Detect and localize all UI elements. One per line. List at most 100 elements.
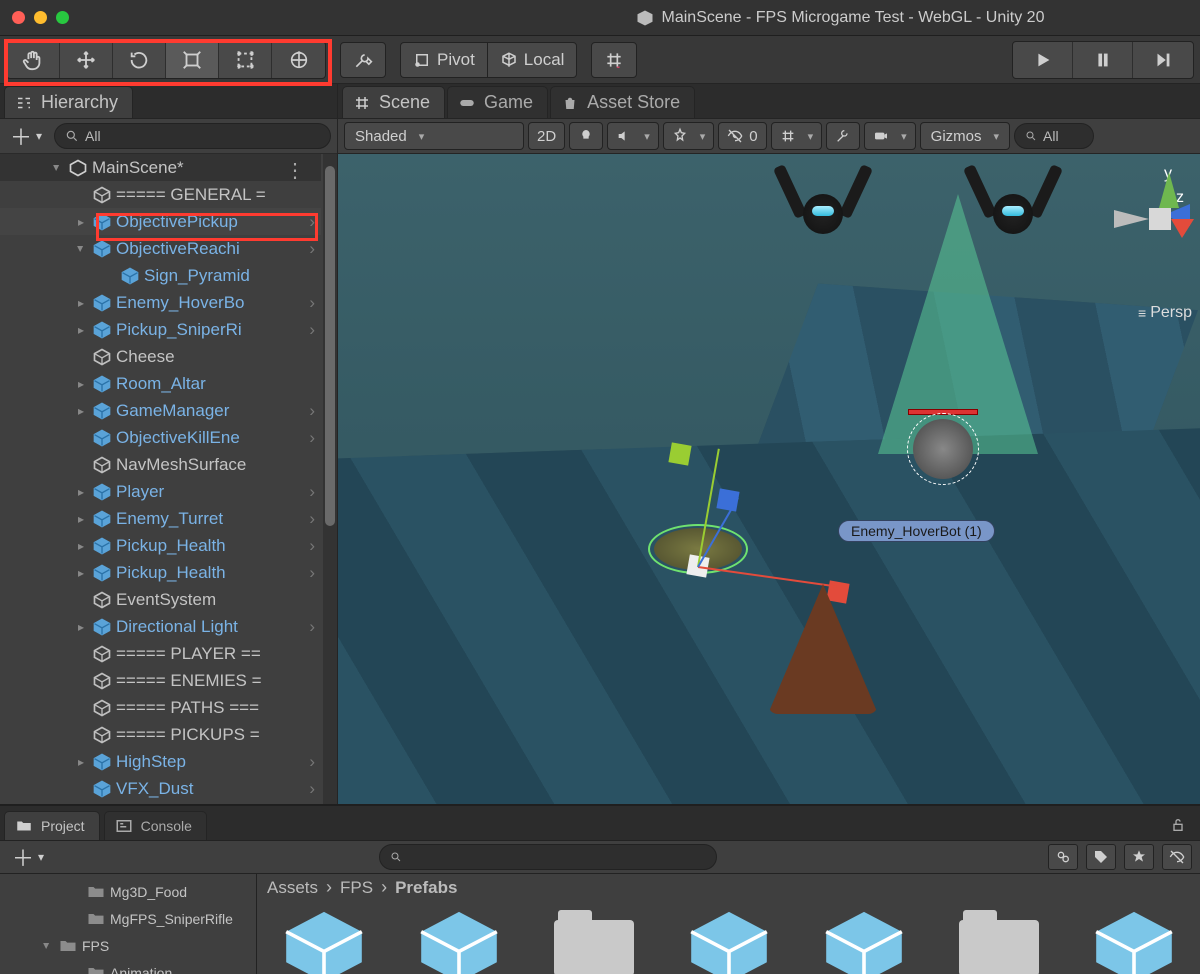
audio-toggle-button[interactable]	[607, 122, 659, 150]
hierarchy-item[interactable]: VFX_Dust›	[0, 775, 321, 802]
hand-tool-button[interactable]	[7, 42, 60, 78]
disclosure-icon[interactable]	[74, 620, 88, 634]
project-search-input[interactable]	[379, 844, 716, 870]
chevron-right-icon[interactable]: ›	[309, 752, 315, 772]
hierarchy-item[interactable]: Enemy_Turret›	[0, 505, 321, 532]
project-tree-item[interactable]: Animation	[0, 959, 256, 974]
hierarchy-item[interactable]: ObjectiveKillEne›	[0, 424, 321, 451]
disclosure-icon[interactable]	[74, 404, 88, 418]
breadcrumb-seg[interactable]: Assets	[267, 878, 318, 898]
asset-prefab[interactable]	[271, 908, 376, 974]
asset-prefab[interactable]	[676, 908, 781, 974]
lighting-toggle-button[interactable]	[569, 122, 603, 150]
pause-button[interactable]	[1073, 42, 1133, 78]
disclosure-icon[interactable]	[50, 161, 64, 175]
move-tool-button[interactable]	[60, 42, 113, 78]
hierarchy-item[interactable]: Sign_Pyramid	[0, 262, 321, 289]
hierarchy-item[interactable]: ===== PICKUPS =	[0, 721, 321, 748]
hidden-packages-button[interactable]	[1162, 844, 1192, 870]
disclosure-icon[interactable]	[74, 485, 88, 499]
gizmos-dropdown[interactable]: Gizmos	[920, 122, 1010, 150]
hierarchy-item[interactable]: ===== GENERAL =	[0, 181, 321, 208]
asset-folder[interactable]	[946, 908, 1051, 974]
favorite-button[interactable]	[1124, 844, 1154, 870]
chevron-right-icon[interactable]: ›	[309, 536, 315, 556]
close-window-button[interactable]	[12, 11, 25, 24]
hierarchy-item[interactable]: Pickup_SniperRi›	[0, 316, 321, 343]
hidden-objects-button[interactable]: 0	[718, 122, 766, 150]
project-create-button[interactable]: ＋▾	[8, 841, 48, 873]
hierarchy-item[interactable]: Enemy_HoverBo›	[0, 289, 321, 316]
filter-type-button[interactable]	[1048, 844, 1078, 870]
chevron-right-icon[interactable]: ›	[309, 401, 315, 421]
custom-tools-button[interactable]	[340, 42, 386, 78]
grid-snap-button[interactable]	[591, 42, 637, 78]
scene-search-input[interactable]: All	[1014, 123, 1094, 149]
asset-prefab[interactable]	[811, 908, 916, 974]
projection-toggle[interactable]: ≡ Persp	[1138, 304, 1192, 322]
hierarchy-create-button[interactable]: ＋▾	[6, 120, 46, 152]
hierarchy-item[interactable]: HighStep›	[0, 748, 321, 775]
panel-lock-button[interactable]	[1160, 813, 1196, 840]
orientation-gizmo[interactable]: y z	[1094, 160, 1194, 280]
chevron-right-icon[interactable]: ›	[309, 563, 315, 583]
hierarchy-item[interactable]: ObjectiveReachi›	[0, 235, 321, 262]
scene-view[interactable]: Enemy_HoverBot (1) y z	[338, 154, 1200, 804]
tab-scene[interactable]: Scene	[342, 86, 445, 118]
hierarchy-item[interactable]: Cheese	[0, 343, 321, 370]
chevron-right-icon[interactable]: ›	[309, 428, 315, 448]
disclosure-icon[interactable]	[74, 512, 88, 526]
chevron-right-icon[interactable]: ›	[309, 320, 315, 340]
hierarchy-item[interactable]: ===== PLAYER ==	[0, 640, 321, 667]
2d-toggle-button[interactable]: 2D	[528, 122, 565, 150]
hierarchy-scene-row[interactable]: MainScene* ⋮	[0, 154, 321, 181]
scale-handle-y[interactable]	[668, 442, 691, 465]
project-tree-item[interactable]: MgFPS_SniperRifle	[0, 905, 256, 932]
tab-console[interactable]: Console	[104, 811, 207, 840]
chevron-right-icon[interactable]: ›	[309, 212, 315, 232]
tools-button[interactable]	[826, 122, 860, 150]
step-button[interactable]	[1133, 42, 1193, 78]
transform-tool-button[interactable]	[272, 42, 325, 78]
scale-tool-button[interactable]	[166, 42, 219, 78]
asset-prefab[interactable]	[406, 908, 511, 974]
disclosure-icon[interactable]	[74, 755, 88, 769]
chevron-right-icon[interactable]: ›	[309, 617, 315, 637]
hierarchy-search-input[interactable]: All	[54, 123, 331, 149]
play-button[interactable]	[1013, 42, 1073, 78]
hierarchy-scrollbar[interactable]	[323, 154, 337, 804]
disclosure-icon[interactable]	[74, 215, 88, 229]
breadcrumb-seg[interactable]: FPS	[340, 878, 373, 898]
fx-toggle-button[interactable]	[663, 122, 715, 150]
grid-toggle-button[interactable]	[771, 122, 823, 150]
project-tree-item[interactable]: FPS	[0, 932, 256, 959]
hierarchy-item[interactable]: ===== ENEMIES =	[0, 667, 321, 694]
chevron-right-icon[interactable]: ›	[309, 509, 315, 529]
local-toggle-button[interactable]: Local	[487, 42, 578, 78]
disclosure-icon[interactable]	[74, 566, 88, 580]
enemy-label[interactable]: Enemy_HoverBot (1)	[838, 520, 995, 542]
camera-button[interactable]	[864, 122, 916, 150]
hierarchy-item[interactable]: Player›	[0, 478, 321, 505]
tab-game[interactable]: Game	[447, 86, 548, 118]
tab-asset-store[interactable]: Asset Store	[550, 86, 695, 118]
rect-tool-button[interactable]	[219, 42, 272, 78]
hierarchy-scene-menu[interactable]: ⋮	[285, 158, 307, 181]
hierarchy-item[interactable]: Pickup_Health›	[0, 559, 321, 586]
disclosure-icon[interactable]	[40, 939, 54, 953]
disclosure-icon[interactable]	[74, 377, 88, 391]
hierarchy-item[interactable]: NavMeshSurface	[0, 451, 321, 478]
disclosure-icon[interactable]	[74, 296, 88, 310]
chevron-right-icon[interactable]: ›	[309, 293, 315, 313]
asset-folder[interactable]	[541, 908, 646, 974]
hierarchy-item[interactable]: GameManager›	[0, 397, 321, 424]
pivot-toggle-button[interactable]: Pivot	[400, 42, 487, 78]
chevron-right-icon[interactable]: ›	[309, 482, 315, 502]
chevron-right-icon[interactable]: ›	[309, 239, 315, 259]
disclosure-icon[interactable]	[74, 242, 88, 256]
hierarchy-item[interactable]: Pickup_Health›	[0, 532, 321, 559]
hierarchy-item[interactable]: Directional Light›	[0, 613, 321, 640]
asset-prefab[interactable]	[1081, 908, 1186, 974]
hierarchy-item[interactable]: EventSystem	[0, 586, 321, 613]
minimize-window-button[interactable]	[34, 11, 47, 24]
